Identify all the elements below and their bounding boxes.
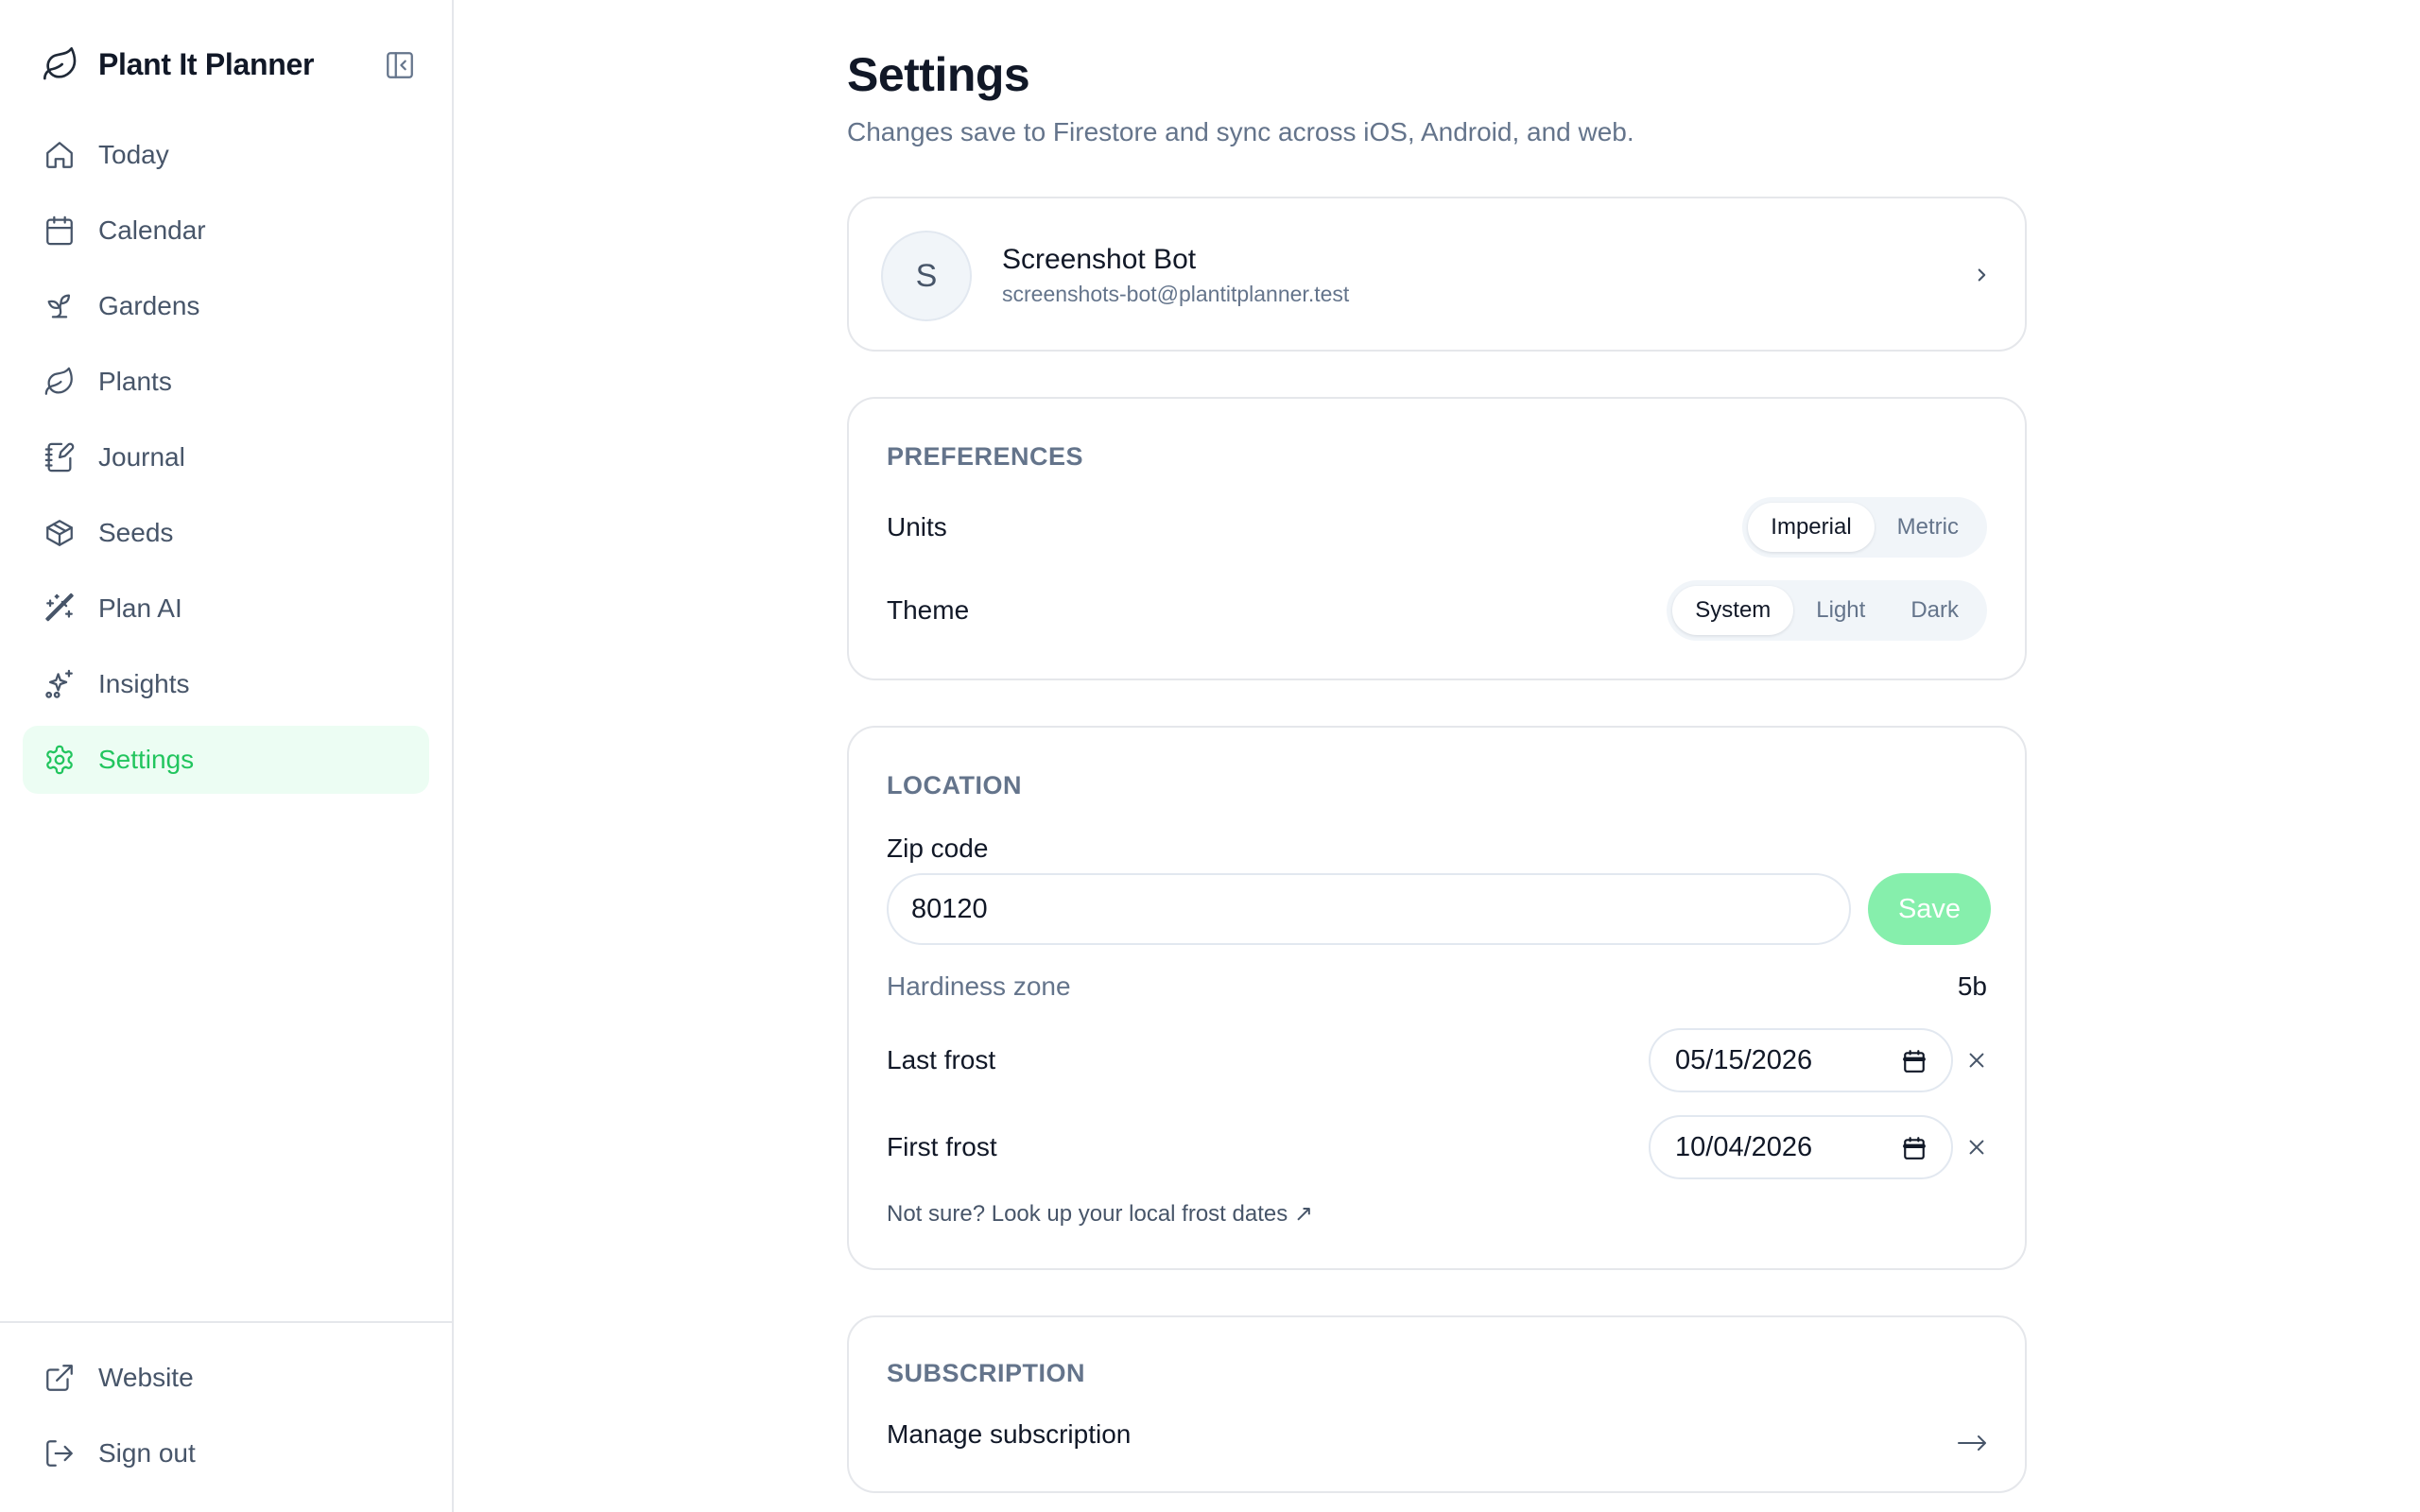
frost-dates-link[interactable]: Not sure? Look up your local frost dates…: [887, 1200, 1313, 1228]
location-card: LOCATION Zip code 80120 Save Hardiness z…: [847, 726, 2027, 1270]
external-link-icon: [43, 1362, 76, 1394]
notebook-pen-icon: [43, 441, 76, 473]
theme-option-system[interactable]: System: [1672, 586, 1794, 635]
app-title: Plant It Planner: [98, 46, 315, 81]
arrow-right-icon[interactable]: [1957, 1433, 1987, 1453]
package-icon: [43, 517, 76, 549]
preferences-card: PREFERENCES Units Imperial Metric Theme …: [847, 397, 2027, 680]
avatar: S: [881, 231, 972, 321]
profile-name: Screenshot Bot: [1002, 244, 1197, 275]
gear-icon: [43, 744, 76, 776]
first-frost-date-value: 10/04/2026: [1675, 1131, 1813, 1162]
brand: Plant It Planner: [42, 42, 416, 87]
sidebar-item-label: Gardens: [98, 291, 200, 320]
last-frost-date-value: 05/15/2026: [1675, 1044, 1813, 1075]
sidebar-item-plan-ai[interactable]: Plan AI: [23, 575, 429, 643]
sparkles-icon: [43, 668, 76, 700]
sidebar-item-label: Journal: [98, 442, 185, 472]
theme-option-dark[interactable]: Dark: [1888, 586, 1981, 635]
first-frost-date-input[interactable]: 10/04/2026: [1649, 1115, 1953, 1179]
preferences-heading: PREFERENCES: [887, 442, 1084, 471]
sidebar: Plant It Planner Today Calendar Gardens …: [0, 0, 454, 1512]
sidebar-item-label: Settings: [98, 745, 195, 774]
sidebar-item-label: Today: [98, 140, 169, 169]
leaf-icon: [43, 366, 76, 398]
zip-code-label: Zip code: [887, 833, 989, 863]
sidebar-item-label: Plan AI: [98, 593, 182, 623]
sidebar-item-gardens[interactable]: Gardens: [23, 272, 429, 340]
sidebar-item-calendar[interactable]: Calendar: [23, 197, 429, 265]
calendar-icon: [43, 215, 76, 247]
calendar-icon[interactable]: [1902, 1049, 1927, 1074]
main-nav: Today Calendar Gardens Plants Journal Se…: [23, 121, 429, 801]
chevron-right-icon: [1970, 259, 1995, 291]
sidebar-item-journal[interactable]: Journal: [23, 423, 429, 491]
units-label: Units: [887, 512, 947, 541]
sidebar-item-label: Seeds: [98, 518, 174, 547]
profile-email: screenshots-bot@plantitplanner.test: [1002, 282, 1350, 306]
units-option-imperial[interactable]: Imperial: [1748, 503, 1875, 552]
manage-subscription-link[interactable]: Manage subscription: [887, 1419, 1131, 1450]
sidebar-item-website[interactable]: Website: [23, 1344, 429, 1412]
units-option-metric[interactable]: Metric: [1875, 503, 1981, 552]
page-subtitle: Changes save to Firestore and sync acros…: [847, 117, 1634, 146]
leaf-logo-icon: [42, 45, 79, 83]
first-frost-label: First frost: [887, 1132, 997, 1161]
sidebar-item-label: Website: [98, 1363, 194, 1392]
theme-option-light[interactable]: Light: [1793, 586, 1888, 635]
sidebar-footer: Website Sign out: [0, 1321, 452, 1495]
home-icon: [43, 139, 76, 171]
save-zip-button[interactable]: Save: [1868, 873, 1991, 945]
subscription-card: SUBSCRIPTION Manage subscription: [847, 1315, 2027, 1493]
sidebar-item-today[interactable]: Today: [23, 121, 429, 189]
sidebar-item-plants[interactable]: Plants: [23, 348, 429, 416]
location-heading: LOCATION: [887, 771, 1022, 799]
theme-toggle: System Light Dark: [1667, 580, 1987, 641]
wand-icon: [43, 593, 76, 625]
sidebar-item-sign-out[interactable]: Sign out: [23, 1419, 429, 1487]
clear-first-frost-icon[interactable]: [1966, 1137, 1987, 1158]
sidebar-item-label: Plants: [98, 367, 172, 396]
units-toggle: Imperial Metric: [1742, 497, 1987, 558]
profile-card[interactable]: S Screenshot Bot screenshots-bot@plantit…: [847, 197, 2027, 352]
last-frost-date-input[interactable]: 05/15/2026: [1649, 1028, 1953, 1092]
hardiness-zone-label: Hardiness zone: [887, 971, 1071, 1001]
zip-code-input[interactable]: 80120: [887, 873, 1851, 945]
log-out-icon: [43, 1437, 76, 1469]
sprout-icon: [43, 290, 76, 322]
last-frost-label: Last frost: [887, 1045, 996, 1074]
sidebar-item-label: Sign out: [98, 1438, 196, 1468]
clear-last-frost-icon[interactable]: [1966, 1050, 1987, 1071]
theme-label: Theme: [887, 595, 970, 625]
calendar-icon[interactable]: [1902, 1136, 1927, 1160]
sidebar-item-seeds[interactable]: Seeds: [23, 499, 429, 567]
subscription-heading: SUBSCRIPTION: [887, 1359, 1086, 1387]
sidebar-item-label: Insights: [98, 669, 190, 698]
hardiness-zone-value: 5b: [1957, 971, 1987, 1001]
page-title: Settings: [847, 48, 1030, 101]
sidebar-item-settings[interactable]: Settings: [23, 726, 429, 794]
sidebar-item-label: Calendar: [98, 215, 206, 245]
sidebar-item-insights[interactable]: Insights: [23, 650, 429, 718]
sidebar-collapse-icon[interactable]: [384, 49, 416, 81]
